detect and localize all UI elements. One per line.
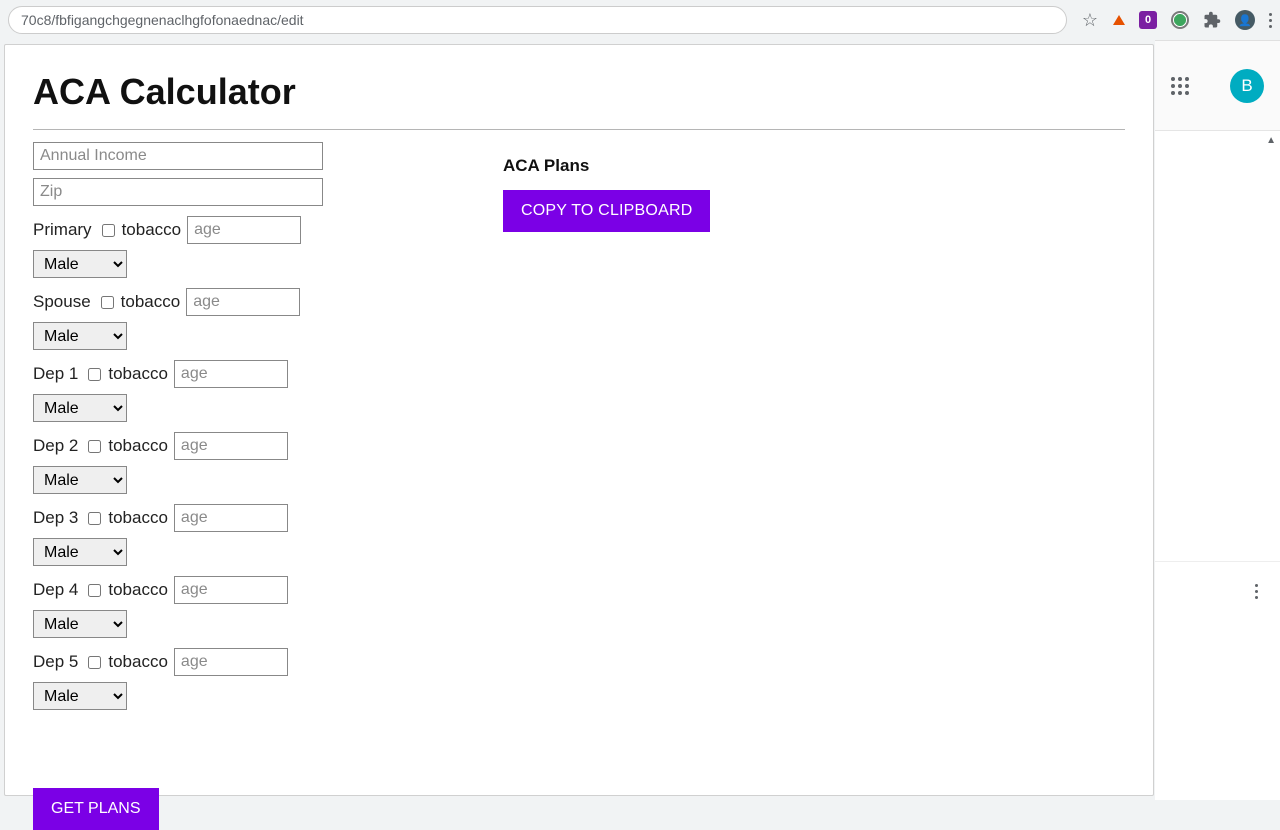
tobacco-checkbox[interactable] bbox=[102, 224, 115, 237]
age-input[interactable] bbox=[187, 216, 301, 244]
person-row: Primary tobacco bbox=[33, 216, 353, 244]
form-column: Primary tobacco Male Spouse tobacco Male Dep 1… bbox=[33, 142, 353, 830]
tobacco-checkbox[interactable] bbox=[88, 584, 101, 597]
person-row: Dep 2 tobacco bbox=[33, 432, 353, 460]
age-input[interactable] bbox=[174, 504, 288, 532]
aca-plans-heading: ACA Plans bbox=[503, 156, 710, 176]
age-input[interactable] bbox=[174, 648, 288, 676]
browser-menu-icon[interactable] bbox=[1269, 13, 1272, 28]
toolbar-icons: ☆ 0 👤 bbox=[1067, 10, 1272, 30]
tobacco-text: tobacco bbox=[108, 652, 168, 672]
bookmark-star-icon[interactable]: ☆ bbox=[1081, 11, 1099, 29]
gender-select[interactable]: Male bbox=[33, 250, 127, 278]
tobacco-text: tobacco bbox=[108, 364, 168, 384]
address-bar[interactable]: 70c8/fbfigangchgegnenaclhgfofonaednac/ed… bbox=[8, 6, 1067, 34]
zip-input[interactable] bbox=[33, 178, 323, 206]
person-label: Dep 5 bbox=[33, 652, 78, 672]
extension-shield-icon[interactable] bbox=[1171, 11, 1189, 29]
gender-row: Male bbox=[33, 538, 353, 566]
gender-select[interactable]: Male bbox=[33, 610, 127, 638]
tobacco-label: tobacco bbox=[84, 652, 168, 672]
browser-top-bar: 70c8/fbfigangchgegnenaclhgfofonaednac/ed… bbox=[0, 0, 1280, 40]
tobacco-text: tobacco bbox=[121, 292, 181, 312]
tobacco-checkbox[interactable] bbox=[88, 440, 101, 453]
gender-row: Male bbox=[33, 466, 353, 494]
page-title: ACA Calculator bbox=[33, 71, 1125, 113]
tobacco-label: tobacco bbox=[84, 364, 168, 384]
gender-select[interactable]: Male bbox=[33, 322, 127, 350]
tobacco-checkbox[interactable] bbox=[88, 656, 101, 669]
apps-grid-icon[interactable] bbox=[1171, 77, 1189, 95]
extensions-puzzle-icon[interactable] bbox=[1203, 11, 1221, 29]
tobacco-label: tobacco bbox=[84, 508, 168, 528]
background-header: B bbox=[1155, 41, 1280, 131]
person-row: Dep 5 tobacco bbox=[33, 648, 353, 676]
age-input[interactable] bbox=[186, 288, 300, 316]
gender-row: Male bbox=[33, 682, 353, 710]
tobacco-label: tobacco bbox=[98, 220, 182, 240]
person-row: Dep 3 tobacco bbox=[33, 504, 353, 532]
gender-select[interactable]: Male bbox=[33, 394, 127, 422]
extension-caret-icon[interactable] bbox=[1113, 15, 1125, 25]
tobacco-checkbox[interactable] bbox=[101, 296, 114, 309]
extension-badge-icon[interactable]: 0 bbox=[1139, 11, 1157, 29]
tobacco-text: tobacco bbox=[122, 220, 182, 240]
profile-avatar-icon[interactable]: 👤 bbox=[1235, 10, 1255, 30]
person-label: Dep 3 bbox=[33, 508, 78, 528]
gender-row: Male bbox=[33, 250, 353, 278]
person-label: Dep 1 bbox=[33, 364, 78, 384]
tobacco-text: tobacco bbox=[108, 508, 168, 528]
age-input[interactable] bbox=[174, 360, 288, 388]
scroll-arrows-icon: ▲ bbox=[1266, 135, 1276, 146]
person-row: Dep 4 tobacco bbox=[33, 576, 353, 604]
person-label: Spouse bbox=[33, 292, 91, 312]
tobacco-label: tobacco bbox=[84, 436, 168, 456]
tobacco-label: tobacco bbox=[97, 292, 181, 312]
gender-select[interactable]: Male bbox=[33, 466, 127, 494]
gender-row: Male bbox=[33, 322, 353, 350]
url-text: 70c8/fbfigangchgegnenaclhgfofonaednac/ed… bbox=[21, 12, 304, 28]
gender-select[interactable]: Male bbox=[33, 682, 127, 710]
tobacco-text: tobacco bbox=[108, 580, 168, 600]
tobacco-text: tobacco bbox=[108, 436, 168, 456]
person-row: Dep 1 tobacco bbox=[33, 360, 353, 388]
background-item-menu-icon[interactable] bbox=[1255, 584, 1258, 599]
person-label: Dep 2 bbox=[33, 436, 78, 456]
aca-calculator-panel: ACA Calculator Primary tobacco Male Spouse t… bbox=[4, 44, 1154, 796]
person-label: Primary bbox=[33, 220, 92, 240]
person-row: Spouse tobacco bbox=[33, 288, 353, 316]
gender-select[interactable]: Male bbox=[33, 538, 127, 566]
person-label: Dep 4 bbox=[33, 580, 78, 600]
get-plans-button[interactable]: GET PLANS bbox=[33, 788, 159, 830]
title-divider bbox=[33, 129, 1125, 130]
results-column: ACA Plans COPY TO CLIPBOARD bbox=[503, 156, 710, 232]
tobacco-checkbox[interactable] bbox=[88, 368, 101, 381]
persons-container: Primary tobacco Male Spouse tobacco Male Dep 1… bbox=[33, 216, 353, 710]
background-page: B ▲ bbox=[1155, 40, 1280, 800]
age-input[interactable] bbox=[174, 576, 288, 604]
age-input[interactable] bbox=[174, 432, 288, 460]
account-avatar[interactable]: B bbox=[1230, 69, 1264, 103]
copy-to-clipboard-button[interactable]: COPY TO CLIPBOARD bbox=[503, 190, 710, 232]
gender-row: Male bbox=[33, 610, 353, 638]
tobacco-label: tobacco bbox=[84, 580, 168, 600]
gender-row: Male bbox=[33, 394, 353, 422]
tobacco-checkbox[interactable] bbox=[88, 512, 101, 525]
annual-income-input[interactable] bbox=[33, 142, 323, 170]
